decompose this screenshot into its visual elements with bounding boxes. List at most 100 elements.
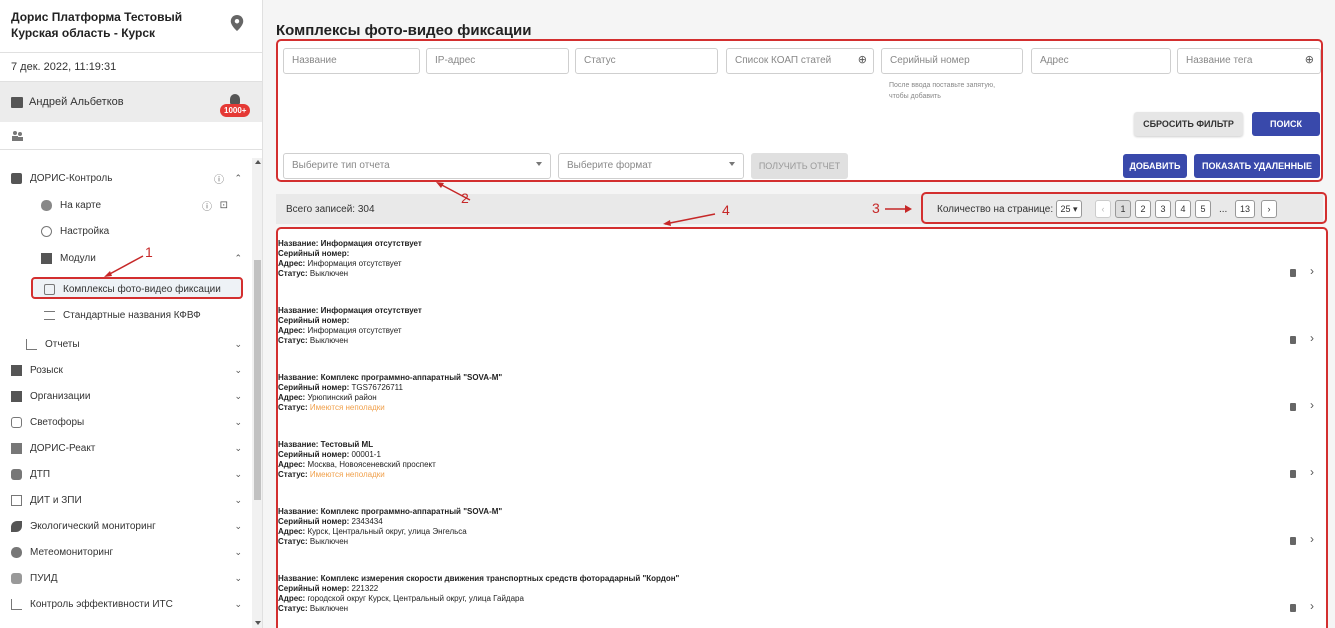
bell-icon[interactable] (230, 94, 240, 104)
format-select[interactable]: Выберите формат (558, 153, 744, 179)
nav-eco[interactable]: Экологический мониторинг ⌄ (0, 513, 252, 539)
list-item[interactable]: Название: Информация отсутствует Серийны… (278, 239, 1326, 307)
nav-search[interactable]: Розыск ⌄ (0, 357, 252, 383)
trash-icon[interactable] (1290, 336, 1296, 344)
page-1-button[interactable]: 1 (1115, 200, 1131, 218)
page-4-button[interactable]: 4 (1175, 200, 1191, 218)
field-label: Серийный номер: (278, 517, 350, 526)
trash-icon[interactable] (1290, 537, 1296, 545)
nav-label: Модули (60, 252, 96, 264)
field-label: Статус: (278, 604, 308, 613)
nav-dtp[interactable]: ДТП ⌄ (0, 461, 252, 487)
chevron-down-icon[interactable]: ⌄ (234, 417, 242, 428)
scroll-up-icon[interactable] (255, 160, 261, 164)
per-page-select[interactable]: 25 ▾ (1056, 200, 1082, 218)
placeholder: Статус (584, 55, 616, 66)
row-serial: 221322 (351, 584, 379, 593)
list-item[interactable]: Название: Комплекс программно-аппаратный… (278, 373, 1326, 441)
status-field[interactable]: Статус (575, 48, 718, 74)
koap-field[interactable]: Список КОАП статей ⊕ (726, 48, 874, 74)
name-field[interactable]: Название (283, 48, 420, 74)
nav-traffic-lights[interactable]: Светофоры ⌄ (0, 409, 252, 435)
nav-settings[interactable]: Настройка (0, 218, 252, 244)
list-item[interactable]: Название: Информация отсутствует Серийны… (278, 306, 1326, 374)
page-2-button[interactable]: 2 (1135, 200, 1151, 218)
nav-standard-names[interactable]: Стандартные названия КФВФ (0, 302, 252, 328)
show-deleted-button[interactable]: ПОКАЗАТЬ УДАЛЕННЫЕ (1194, 154, 1320, 178)
row-address: Информация отсутствует (307, 326, 402, 335)
nav-organizations[interactable]: Организации ⌄ (0, 383, 252, 409)
chart-icon (26, 338, 37, 350)
next-page-button[interactable]: › (1261, 200, 1277, 218)
chevron-down-icon[interactable]: ⌄ (234, 547, 242, 558)
chevron-down-icon[interactable]: ⌄ (234, 495, 242, 506)
address-field[interactable]: Адрес (1031, 48, 1171, 74)
nav-label: Стандартные названия КФВФ (63, 309, 201, 321)
trash-icon[interactable] (1290, 604, 1296, 612)
nav-doris-react[interactable]: ДОРИС-Реакт ⌄ (0, 435, 252, 461)
sidebar-scrollbar[interactable] (252, 158, 262, 628)
chevron-right-icon[interactable]: › (1310, 466, 1314, 478)
reset-filter-button[interactable]: СБРОСИТЬ ФИЛЬТР (1134, 112, 1243, 136)
list-item[interactable]: Название: Тестовый ML Серийный номер: 00… (278, 440, 1326, 508)
nav-its[interactable]: Контроль эффективности ИТС ⌄ (0, 591, 252, 617)
info-icon[interactable]: ⓘ (202, 198, 212, 213)
nav-puid[interactable]: ПУИД ⌄ (0, 565, 252, 591)
chevron-up-icon[interactable]: ⌃ (234, 173, 242, 184)
scroll-down-icon[interactable] (255, 621, 261, 625)
chevron-right-icon[interactable]: › (1310, 265, 1314, 277)
nav-photo-video[interactable]: Комплексы фото-видео фиксации (0, 276, 252, 302)
zoom-in-icon[interactable]: ⊕ (858, 53, 867, 66)
field-label: Серийный номер: (278, 584, 350, 593)
trash-icon[interactable] (1290, 470, 1296, 478)
report-type-select[interactable]: Выберите тип отчета (283, 153, 551, 179)
field-label: Статус: (278, 537, 308, 546)
get-report-button[interactable]: ПОЛУЧИТЬ ОТЧЕТ (751, 153, 848, 179)
chevron-down-icon[interactable]: ⌄ (234, 469, 242, 480)
nav-dit-zpi[interactable]: ДИТ и ЗПИ ⌄ (0, 487, 252, 513)
sidebar-tabs (0, 122, 262, 150)
trash-icon[interactable] (1290, 269, 1296, 277)
unlock-icon[interactable]: ⊡ (220, 200, 228, 211)
chevron-right-icon[interactable]: › (1310, 533, 1314, 545)
nav-on-map[interactable]: На карте ⓘ ⊡ (0, 192, 252, 218)
row-status: Выключен (309, 336, 349, 345)
prev-page-button[interactable]: ‹ (1095, 200, 1111, 218)
page-13-button[interactable]: 13 (1235, 200, 1255, 218)
nav-reports[interactable]: Отчеты ⌄ (0, 331, 252, 357)
list-item[interactable]: Название: Комплекс программно-аппаратный… (278, 507, 1326, 575)
list-item[interactable]: Название: Комплекс измерения скорости дв… (278, 574, 1326, 628)
chevron-right-icon[interactable]: › (1310, 332, 1314, 344)
modules-icon (41, 252, 52, 264)
info-icon[interactable]: ⓘ (214, 171, 224, 186)
page-3-button[interactable]: 3 (1155, 200, 1171, 218)
chevron-down-icon[interactable]: ⌄ (234, 599, 242, 610)
pagination: Количество на странице: 25 ▾ ‹ 1 2 3 4 5… (921, 192, 1327, 224)
field-label: Адрес: (278, 326, 306, 335)
chevron-down-icon[interactable]: ⌄ (234, 521, 242, 532)
zoom-in-icon[interactable]: ⊕ (1305, 53, 1314, 66)
serial-field[interactable]: Серийный номер (881, 48, 1023, 74)
page-5-button[interactable]: 5 (1195, 200, 1211, 218)
chevron-up-icon[interactable]: ⌃ (234, 253, 242, 264)
tag-field[interactable]: Название тега ⊕ (1177, 48, 1321, 74)
chevron-right-icon[interactable]: › (1310, 399, 1314, 411)
chevron-down-icon[interactable]: ⌄ (234, 339, 242, 350)
row-status: Выключен (309, 269, 349, 278)
nav-doris-control[interactable]: ДОРИС-Контроль ⓘ ⌃ (0, 165, 252, 191)
user-row[interactable]: Андрей Альбетков 1000+ (0, 82, 262, 122)
scroll-thumb[interactable] (254, 260, 261, 500)
nav-modules[interactable]: Модули ⌃ (0, 245, 252, 271)
chevron-down-icon[interactable]: ⌄ (234, 443, 242, 454)
location-pin-icon[interactable] (230, 15, 244, 31)
chevron-down-icon[interactable]: ⌄ (234, 391, 242, 402)
add-button[interactable]: ДОБАВИТЬ (1123, 154, 1187, 178)
chevron-right-icon[interactable]: › (1310, 600, 1314, 612)
trash-icon[interactable] (1290, 403, 1296, 411)
ip-field[interactable]: IP-адрес (426, 48, 569, 74)
chevron-down-icon[interactable]: ⌄ (234, 365, 242, 376)
search-button[interactable]: ПОИСК (1252, 112, 1320, 136)
nav-meteo[interactable]: Метеомониторинг ⌄ (0, 539, 252, 565)
map-users-icon[interactable] (11, 130, 24, 142)
chevron-down-icon[interactable]: ⌄ (234, 573, 242, 584)
